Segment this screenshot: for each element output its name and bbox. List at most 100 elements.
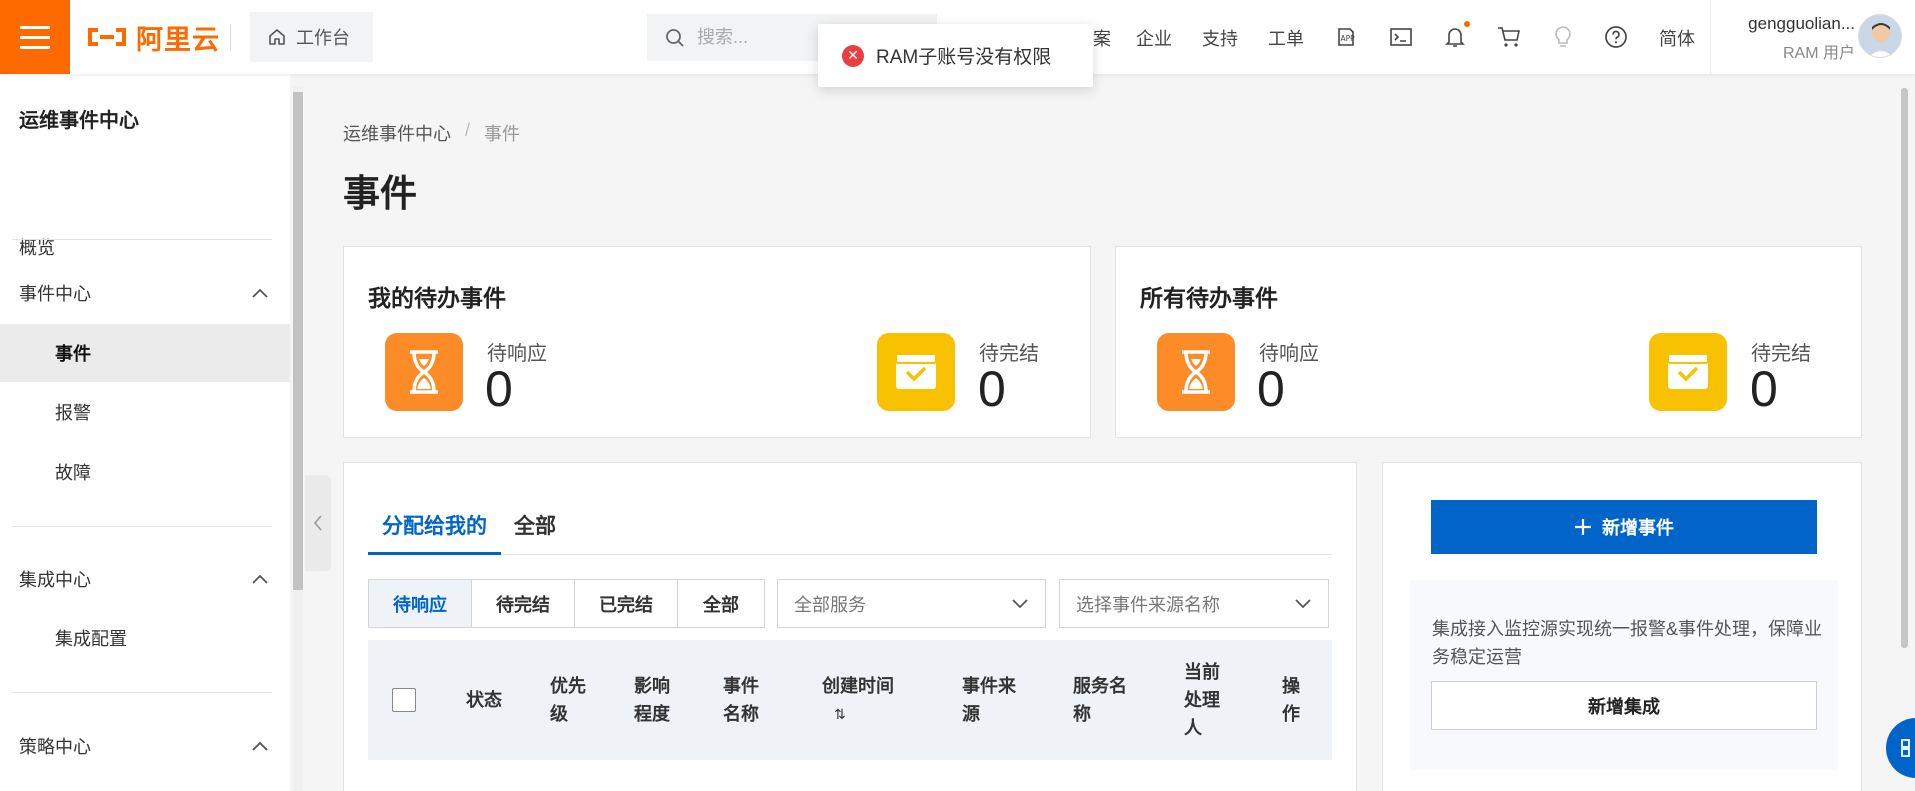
logo-mark-icon <box>88 28 126 46</box>
event-source-select[interactable]: 选择事件来源名称 <box>1059 579 1329 628</box>
card-title: 我的待办事件 <box>368 285 506 311</box>
integration-info-text: 集成接入监控源实现统一报警&事件处理，保障业务稳定运营 <box>1432 619 1823 667</box>
service-select[interactable]: 全部服务 <box>777 579 1046 628</box>
stat-value: 0 <box>1257 361 1285 417</box>
user-role: RAM 用户 <box>1782 45 1855 62</box>
sidebar-group-event-center[interactable]: 事件中心 <box>19 280 269 306</box>
column-service-name[interactable]: 服务名 称 <box>1073 672 1127 728</box>
column-current-handler[interactable]: 当前 处理 人 <box>1184 658 1220 742</box>
inbox-check-icon <box>1649 333 1727 411</box>
sidebar-title: 运维事件中心 <box>19 110 139 132</box>
service-select-value: 全部服务 <box>794 594 866 615</box>
page-title: 事件 <box>343 173 417 214</box>
breadcrumb: 运维事件中心 / 事件 <box>343 120 520 146</box>
help-icon[interactable] <box>1603 24 1629 50</box>
sidebar-item-events[interactable]: 事件 <box>0 324 290 382</box>
main-scrollbar-thumb[interactable] <box>1901 88 1908 648</box>
bell-icon[interactable] <box>1442 21 1470 50</box>
column-event-source[interactable]: 事件来 源 <box>962 672 1016 728</box>
sidebar-group-label: 事件中心 <box>19 284 91 304</box>
column-actions[interactable]: 操 作 <box>1282 672 1300 728</box>
grid-icon <box>1901 739 1910 757</box>
tab-underline <box>368 552 501 555</box>
column-label: 事件 <box>723 676 759 696</box>
sidebar-item-label: 报警 <box>55 403 91 423</box>
sidebar-item-label: 概览 <box>19 238 55 258</box>
column-priority[interactable]: 优先 级 <box>550 672 586 728</box>
column-label: 名称 <box>723 704 759 724</box>
breadcrumb-link[interactable]: 运维事件中心 <box>343 120 451 146</box>
sidebar-scrollbar-thumb[interactable] <box>293 92 303 590</box>
nav-link-ticket[interactable]: 工单 <box>1268 25 1304 51</box>
integration-info-box: 集成接入监控源实现统一报警&事件处理，保障业务稳定运营 新增集成 <box>1410 580 1838 770</box>
stat-value: 0 <box>485 361 513 417</box>
tab-assigned-to-me[interactable]: 分配给我的 <box>382 510 487 540</box>
sidebar-item-integration-config[interactable]: 集成配置 <box>0 609 290 667</box>
column-status[interactable]: 状态 <box>466 686 502 714</box>
divider <box>1710 0 1711 74</box>
collapse-sidebar-button[interactable] <box>305 475 331 571</box>
new-event-button[interactable]: 新增事件 <box>1431 500 1817 554</box>
nav-link-enterprise[interactable]: 企业 <box>1136 25 1172 51</box>
table-header: 状态 优先 级 影响 程度 事件 名称 创建时间 ⇅ 事件来 源 服务名 称 当… <box>368 640 1332 760</box>
column-created-time[interactable]: 创建时间 ⇅ <box>822 672 894 728</box>
divider <box>12 526 272 527</box>
error-toast: ✕ RAM子账号没有权限 <box>818 24 1093 87</box>
tab-all[interactable]: 全部 <box>514 510 556 540</box>
nav-link-doc[interactable]: 案 <box>1093 25 1111 51</box>
chevron-up-icon <box>252 574 268 584</box>
aliyun-logo[interactable]: 阿里云 <box>86 22 220 55</box>
sort-icon[interactable]: ⇅ <box>822 700 894 728</box>
select-all-checkbox[interactable] <box>392 688 416 712</box>
my-pending-card: 我的待办事件 待响应 0 待完结 0 <box>343 246 1091 438</box>
new-integration-button[interactable]: 新增集成 <box>1431 681 1817 730</box>
user-name: gengguolian... <box>1748 14 1855 33</box>
filter-pending-complete[interactable]: 待完结 <box>472 580 575 627</box>
card-title: 所有待办事件 <box>1140 285 1278 311</box>
column-label: 影响 <box>634 676 670 696</box>
event-tabs: 分配给我的 全部 <box>368 500 1332 555</box>
chevron-left-icon <box>313 515 322 531</box>
column-label: 处理 <box>1184 690 1220 710</box>
sidebar-item-overview[interactable]: 概览 <box>0 228 290 266</box>
divider <box>230 24 231 50</box>
column-label: 源 <box>962 704 980 724</box>
app-icon[interactable]: APP <box>1333 24 1359 50</box>
error-icon: ✕ <box>842 44 864 67</box>
column-label: 事件来 <box>962 676 1016 696</box>
stat-value: 0 <box>1750 361 1778 417</box>
chevron-down-icon <box>1012 598 1028 608</box>
column-event-name[interactable]: 事件 名称 <box>723 672 759 728</box>
menu-icon[interactable] <box>0 0 70 74</box>
filter-completed[interactable]: 已完结 <box>575 580 678 627</box>
user-info[interactable]: gengguolian... RAM 用户 <box>1725 14 1855 63</box>
sidebar-group-integration-center[interactable]: 集成中心 <box>19 566 269 592</box>
all-pending-card: 所有待办事件 待响应 0 待完结 0 <box>1115 246 1862 438</box>
inbox-check-icon <box>877 333 955 411</box>
terminal-icon[interactable] <box>1388 24 1414 50</box>
divider <box>12 692 272 693</box>
logo-text: 阿里云 <box>136 24 220 55</box>
svg-text:APP: APP <box>1341 34 1356 43</box>
workbench-button[interactable]: 工作台 <box>250 12 373 62</box>
cart-icon[interactable] <box>1496 24 1522 50</box>
event-source-select-value: 选择事件来源名称 <box>1076 594 1220 615</box>
avatar[interactable] <box>1858 14 1902 58</box>
home-icon <box>269 29 285 45</box>
filter-all[interactable]: 全部 <box>678 580 764 627</box>
chevron-up-icon <box>252 741 268 751</box>
lightbulb-icon[interactable] <box>1550 24 1576 50</box>
sidebar-item-alerts[interactable]: 报警 <box>0 383 290 441</box>
floating-app-button[interactable] <box>1886 718 1915 778</box>
sidebar-group-policy-center[interactable]: 策略中心 <box>19 733 269 759</box>
filter-pending-response[interactable]: 待响应 <box>369 580 472 627</box>
column-impact[interactable]: 影响 程度 <box>634 672 670 728</box>
plus-icon <box>1575 519 1591 535</box>
nav-link-support[interactable]: 支持 <box>1202 25 1238 51</box>
status-filter: 待响应 待完结 已完结 全部 <box>368 579 765 628</box>
language-switch[interactable]: 简体 <box>1659 25 1695 51</box>
column-label: 作 <box>1282 704 1300 724</box>
sidebar-item-faults[interactable]: 故障 <box>0 443 290 501</box>
sidebar-item-label: 事件 <box>55 344 91 364</box>
breadcrumb-separator: / <box>465 120 471 140</box>
